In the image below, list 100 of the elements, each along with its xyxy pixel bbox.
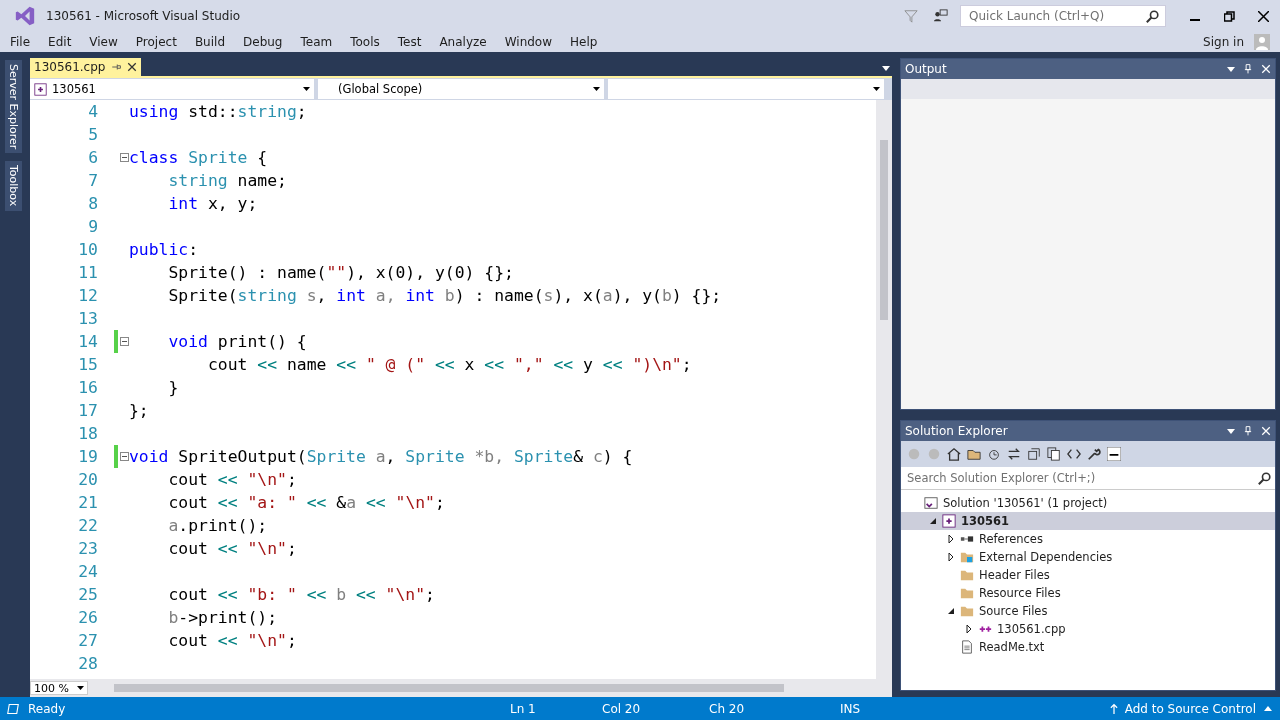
scope-dropdown[interactable]: (Global Scope) xyxy=(318,79,604,99)
minus-icon xyxy=(122,157,127,158)
line-number: 21 xyxy=(77,493,98,512)
search-icon xyxy=(1258,471,1271,485)
minus-icon xyxy=(122,456,127,457)
line-number: 10 xyxy=(77,240,98,259)
collapse-icon[interactable] xyxy=(1027,447,1041,461)
menu-item[interactable]: Tools xyxy=(342,35,388,49)
line-number: 9 xyxy=(87,217,98,236)
app-logo-icon xyxy=(14,5,36,27)
line-number: 28 xyxy=(77,654,98,673)
project-icon xyxy=(34,82,47,96)
close-icon xyxy=(1261,64,1271,74)
tree-item[interactable]: Source Files xyxy=(901,602,1275,620)
collapsed-arrow-icon[interactable] xyxy=(947,535,955,543)
tree-item[interactable]: Header Files xyxy=(901,566,1275,584)
folder-view-icon[interactable] xyxy=(967,447,981,461)
side-tab[interactable]: Toolbox xyxy=(4,161,22,211)
line-number: 11 xyxy=(77,263,98,282)
vertical-scrollbar[interactable] xyxy=(876,100,892,679)
pin-icon xyxy=(1243,64,1253,74)
up-arrow-icon xyxy=(1108,702,1119,715)
expanded-arrow-icon[interactable] xyxy=(947,607,955,615)
sync-icon[interactable] xyxy=(1007,447,1021,461)
fold-toggle[interactable] xyxy=(120,153,129,162)
window-title: 130561 - Microsoft Visual Studio xyxy=(46,9,241,23)
caret-icon xyxy=(77,686,84,690)
dropdown-arrow-icon xyxy=(1227,427,1235,435)
menu-item[interactable]: Debug xyxy=(235,35,291,49)
line-number: 15 xyxy=(77,355,98,374)
tree-item[interactable]: 130561 xyxy=(901,512,1275,530)
tree-item[interactable]: ReadMe.txt xyxy=(901,638,1275,656)
line-number: 20 xyxy=(77,470,98,489)
menu-item[interactable]: Team xyxy=(292,35,341,49)
menu-item[interactable]: Help xyxy=(562,35,606,49)
document-tab[interactable]: 130561.cpp xyxy=(30,58,142,76)
close-icon xyxy=(1261,426,1271,436)
tree-item[interactable]: 130561.cpp xyxy=(901,620,1275,638)
wrench-icon[interactable] xyxy=(1087,447,1101,461)
line-number: 5 xyxy=(87,125,98,144)
line-number: 23 xyxy=(77,539,98,558)
line-number: 6 xyxy=(87,148,98,167)
caret-up-icon xyxy=(1264,704,1272,713)
insert-mode-indicator: INS xyxy=(840,701,861,716)
user-avatar-icon xyxy=(1254,34,1270,50)
home-icon[interactable] xyxy=(947,447,961,461)
source-control-button[interactable]: Add to Source Control xyxy=(1124,701,1256,716)
horizontal-scrollbar[interactable] xyxy=(114,684,784,692)
line-number: 24 xyxy=(77,562,98,581)
code-line: b->print(); xyxy=(167,608,278,627)
line-number: 25 xyxy=(77,585,98,604)
line-number: 7 xyxy=(87,171,98,190)
status-text: Ready xyxy=(28,701,67,716)
line-number: 14 xyxy=(77,332,98,351)
sign-in-link[interactable]: Sign in xyxy=(1203,35,1244,49)
folder-icon xyxy=(960,568,974,582)
feedback-icon[interactable] xyxy=(934,9,948,23)
tree-item[interactable]: References xyxy=(901,530,1275,548)
expanded-arrow-icon[interactable] xyxy=(929,517,937,525)
code-line: void print() { xyxy=(167,332,307,351)
code-line: class Sprite { xyxy=(129,148,268,167)
preview-icon[interactable] xyxy=(1107,447,1121,461)
pin-icon xyxy=(1243,426,1253,436)
collapsed-arrow-icon[interactable] xyxy=(947,553,955,561)
menu-item[interactable]: View xyxy=(81,35,126,49)
menu-item[interactable]: Window xyxy=(496,35,561,49)
fold-toggle[interactable] xyxy=(120,452,129,461)
tree-item[interactable]: Solution '130561' (1 project) xyxy=(901,494,1275,512)
character-indicator: Ch 20 xyxy=(709,701,746,716)
menu-item[interactable]: Build xyxy=(186,35,233,49)
close-icon xyxy=(1257,10,1269,22)
restore-icon xyxy=(1223,10,1235,22)
fold-toggle[interactable] xyxy=(120,337,129,346)
menu-item[interactable]: Edit xyxy=(40,35,80,49)
code-line: using std::string; xyxy=(129,102,307,121)
menu-item[interactable]: File xyxy=(2,35,39,49)
menu-item[interactable]: Analyze xyxy=(431,35,495,49)
side-tab[interactable]: Server Explorer xyxy=(4,60,22,154)
code-line: string name; xyxy=(167,171,287,190)
tree-item[interactable]: External Dependencies xyxy=(901,548,1275,566)
menu-item[interactable]: Project xyxy=(127,35,185,49)
line-number: 27 xyxy=(77,631,98,650)
minimize-icon xyxy=(1190,19,1200,21)
quick-launch-field[interactable]: Quick Launch (Ctrl+Q) xyxy=(960,5,1166,27)
code-icon[interactable] xyxy=(1067,447,1081,461)
history-icon[interactable] xyxy=(987,447,1001,461)
project-dropdown[interactable]: 130561 xyxy=(30,79,314,99)
folder-icon xyxy=(960,604,974,618)
code-line: int x, y; xyxy=(167,194,258,213)
line-number: 13 xyxy=(77,309,98,328)
line-indicator: Ln 1 xyxy=(510,701,537,716)
dropdown-arrow-icon xyxy=(1227,65,1235,73)
zoom-dropdown[interactable]: 100 % xyxy=(30,681,88,695)
copy-icon[interactable] xyxy=(1047,447,1061,461)
menu-item[interactable]: Test xyxy=(389,35,430,49)
caret-icon xyxy=(303,87,310,91)
collapsed-arrow-icon[interactable] xyxy=(965,625,973,633)
close-icon xyxy=(127,62,138,72)
code-line: public: xyxy=(129,240,199,259)
tree-item[interactable]: Resource Files xyxy=(901,584,1275,602)
